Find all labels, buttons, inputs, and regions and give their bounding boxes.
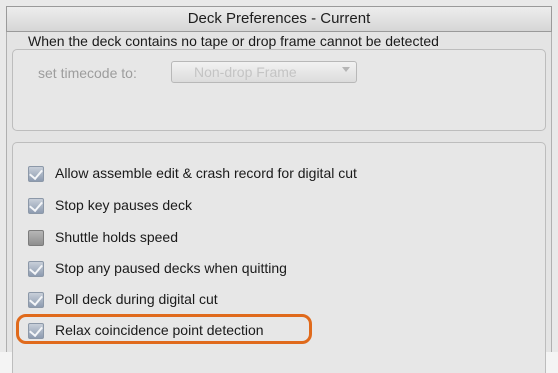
checkbox-icon[interactable] bbox=[28, 197, 44, 214]
checkbox-icon[interactable] bbox=[28, 322, 44, 339]
checkbox-icon[interactable] bbox=[28, 230, 44, 246]
no-tape-description: When the deck contains no tape or drop f… bbox=[28, 33, 439, 49]
option-label: Stop any paused decks when quitting bbox=[55, 260, 287, 276]
window-title: Deck Preferences - Current bbox=[6, 6, 552, 32]
timecode-select[interactable]: Non-drop Frame bbox=[171, 61, 357, 83]
checkmark-icon bbox=[29, 197, 43, 213]
checkmark-icon bbox=[29, 165, 43, 181]
checkmark-icon bbox=[29, 291, 43, 307]
checkbox-icon[interactable] bbox=[28, 260, 44, 277]
option-label: Shuttle holds speed bbox=[55, 229, 178, 245]
option-label: Allow assemble edit & crash record for d… bbox=[55, 165, 357, 181]
option-label: Stop key pauses deck bbox=[55, 197, 192, 213]
option-label: Relax coincidence point detection bbox=[55, 322, 264, 338]
timecode-label: set timecode to: bbox=[38, 65, 137, 81]
deck-preferences-window: Deck Preferences - Current When the deck… bbox=[0, 0, 558, 373]
checkbox-icon[interactable] bbox=[28, 165, 44, 182]
chevron-down-icon bbox=[342, 67, 350, 72]
timecode-select-value: Non-drop Frame bbox=[194, 64, 297, 80]
checkmark-icon bbox=[29, 260, 43, 276]
option-label: Poll deck during digital cut bbox=[55, 291, 218, 307]
checkbox-icon[interactable] bbox=[28, 291, 44, 308]
checkmark-icon bbox=[29, 322, 43, 338]
